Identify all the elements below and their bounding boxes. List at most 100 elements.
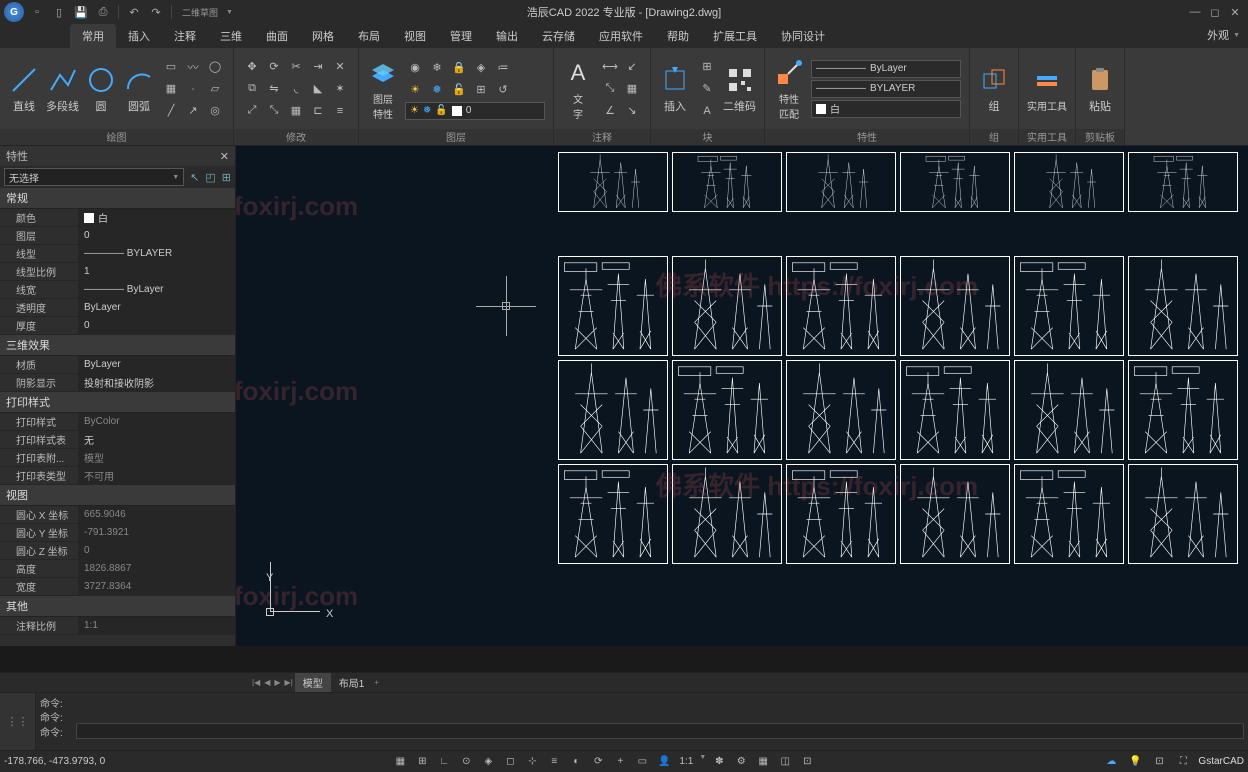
props-section-view[interactable]: 视图	[0, 485, 235, 506]
ribbon-tab-3d[interactable]: 三维	[208, 24, 254, 48]
layout-tab-1[interactable]: 布局1	[331, 673, 373, 692]
layer-unlock-icon[interactable]: 🔓	[449, 80, 469, 100]
layout-add[interactable]: +	[372, 678, 381, 687]
pickadd-icon[interactable]: ⊞	[222, 171, 231, 184]
layer-combo[interactable]: ☀❅🔓0	[405, 102, 545, 120]
circle-button[interactable]: 圆	[85, 64, 117, 114]
extend-icon[interactable]: ⇥	[308, 57, 328, 77]
qat-save-icon[interactable]: 💾	[72, 3, 90, 21]
layer-prev-icon[interactable]: ↺	[493, 80, 513, 100]
minimize-button[interactable]: —	[1186, 4, 1204, 20]
ribbon-tab-apps[interactable]: 应用软件	[587, 24, 655, 48]
layout-nav-last[interactable]: ▶|	[283, 678, 295, 687]
layer-props-button[interactable]: 图层 特性	[367, 57, 399, 121]
arc-button[interactable]: 圆弧	[123, 64, 155, 114]
polyline-button[interactable]: 多段线	[46, 64, 79, 114]
prop-pstyle-value[interactable]: ByColor	[78, 413, 235, 430]
prop-lscale-value[interactable]: 1	[78, 263, 235, 280]
prop-lweight-value[interactable]: ———— ByLayer	[78, 281, 235, 298]
prop-h-value[interactable]: 1826.8867	[78, 560, 235, 577]
grid-mode-icon[interactable]: ▦	[391, 754, 409, 770]
snap-mode-icon[interactable]: ⊞	[413, 754, 431, 770]
workspace-icon[interactable]: ⚙	[732, 754, 750, 770]
prop-ptable-value[interactable]: 无	[78, 431, 235, 448]
color-combo[interactable]: —————ByLayer	[811, 60, 961, 78]
ribbon-tab-express[interactable]: 扩展工具	[701, 24, 769, 48]
prop-shadow-value[interactable]: 投射和接收阴影	[78, 374, 235, 391]
ribbon-tab-help[interactable]: 帮助	[655, 24, 701, 48]
layout-nav-next[interactable]: ▶	[272, 678, 282, 687]
line-button[interactable]: 直线	[8, 64, 40, 114]
ribbon-tab-view[interactable]: 视图	[392, 24, 438, 48]
lweight-icon[interactable]: ≡	[545, 754, 563, 770]
ribbon-tab-home[interactable]: 常用	[70, 24, 116, 48]
lineweight-combo[interactable]: 白	[811, 100, 961, 118]
hardware-accel-icon[interactable]: ▦	[754, 754, 772, 770]
chamfer-icon[interactable]: ◣	[308, 79, 328, 99]
ribbon-tab-annotate[interactable]: 注释	[162, 24, 208, 48]
ribbon-tab-manage[interactable]: 管理	[438, 24, 484, 48]
prop-linetype-value[interactable]: ———— BYLAYER	[78, 245, 235, 262]
rotate-icon[interactable]: ⟳	[264, 57, 284, 77]
qat-undo-icon[interactable]: ↶	[125, 3, 143, 21]
props-section-general[interactable]: 常规	[0, 188, 235, 209]
command-input[interactable]	[76, 723, 1244, 739]
donut-icon[interactable]: ◎	[205, 101, 225, 121]
layer-merge-icon[interactable]: ⊞	[471, 80, 491, 100]
prop-cz-value[interactable]: 0	[78, 542, 235, 559]
erase-icon[interactable]: ✕	[330, 57, 350, 77]
qat-open-icon[interactable]: ▯	[50, 3, 68, 21]
point-icon[interactable]: ∙	[183, 79, 203, 99]
drawing-canvas[interactable]: Y X 佛系软	[236, 146, 1248, 646]
scale-icon[interactable]: ⤡	[264, 101, 284, 121]
layer-match-icon[interactable]: ≔	[493, 58, 513, 78]
props-section-misc[interactable]: 其他	[0, 596, 235, 617]
prop-mat-value[interactable]: ByLayer	[78, 356, 235, 373]
mleader-icon[interactable]: ↘	[622, 101, 642, 121]
mirror-icon[interactable]: ⇋	[264, 79, 284, 99]
prop-cx-value[interactable]: 665.9046	[78, 506, 235, 523]
edit-block-icon[interactable]: ✎	[697, 79, 717, 99]
prop-cy-value[interactable]: -791.3921	[78, 524, 235, 541]
layout-tab-model[interactable]: 模型	[295, 673, 331, 692]
ribbon-tab-mesh[interactable]: 网格	[300, 24, 346, 48]
rect-icon[interactable]: ▭	[161, 57, 181, 77]
layer-thaw-icon[interactable]: ❅	[427, 80, 447, 100]
trim-icon[interactable]: ✂	[286, 57, 306, 77]
iso-icon[interactable]: ◈	[479, 754, 497, 770]
create-block-icon[interactable]: ⊞	[697, 57, 717, 77]
stretch-icon[interactable]: ⤢	[242, 101, 262, 121]
qat-new-icon[interactable]: ▫	[28, 3, 46, 21]
app-logo[interactable]: G	[4, 2, 24, 22]
layer-freeze-icon[interactable]: ❄	[427, 58, 447, 78]
model-icon[interactable]: ▭	[633, 754, 651, 770]
prop-color-value[interactable]: 白	[78, 209, 235, 226]
scale-dd[interactable]: 1:1	[677, 754, 695, 770]
cloud-icon[interactable]: ☁	[1102, 754, 1120, 770]
osnap-icon[interactable]: ◻	[501, 754, 519, 770]
quick-select-icon[interactable]: ↖	[190, 171, 199, 184]
layer-iso-icon[interactable]: ◈	[471, 58, 491, 78]
layer-off-icon[interactable]: ◉	[405, 58, 425, 78]
props-section-3d[interactable]: 三维效果	[0, 335, 235, 356]
notification-icon[interactable]: 💡	[1126, 754, 1144, 770]
dim-aligned-icon[interactable]: ⤡	[600, 79, 620, 99]
ortho-icon[interactable]: ∟	[435, 754, 453, 770]
otrack-icon[interactable]: ⊹	[523, 754, 541, 770]
hatch-icon[interactable]: ▦	[161, 79, 181, 99]
prop-layer-value[interactable]: 0	[78, 227, 235, 244]
dim-linear-icon[interactable]: ⟷	[600, 57, 620, 77]
selection-cycling-icon[interactable]: ⟳	[589, 754, 607, 770]
annovisibility-icon[interactable]: ✽	[710, 754, 728, 770]
linetype-combo[interactable]: —————BYLAYER	[811, 80, 961, 98]
prop-as-value[interactable]: 1:1	[78, 617, 235, 634]
layer-lock-icon[interactable]: 🔒	[449, 58, 469, 78]
maximize-button[interactable]: ◻	[1206, 4, 1224, 20]
transparency-icon[interactable]: ◐	[567, 754, 585, 770]
ribbon-tab-surface[interactable]: 曲面	[254, 24, 300, 48]
cmd-handle[interactable]: ⋮⋮	[0, 693, 36, 750]
isolate-icon[interactable]: ◫	[776, 754, 794, 770]
fillet-icon[interactable]: ◟	[286, 79, 306, 99]
offset-icon[interactable]: ⊏	[308, 101, 328, 121]
prop-thick-value[interactable]: 0	[78, 317, 235, 334]
